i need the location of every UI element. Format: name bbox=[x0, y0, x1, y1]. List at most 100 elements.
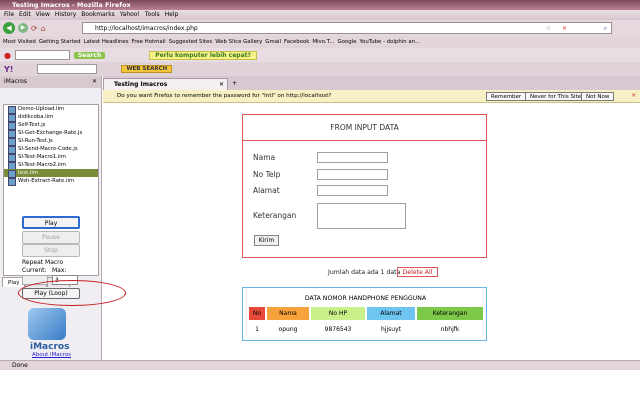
back-icon[interactable]: ◀ bbox=[3, 22, 15, 34]
input-notelp[interactable] bbox=[317, 169, 388, 180]
yahoo-toolbar: Y! WEB SEARCH bbox=[0, 62, 640, 76]
table-cell: hjjsuyt bbox=[381, 326, 401, 333]
stop-record-icon[interactable]: ● bbox=[4, 51, 11, 60]
bookmark-item[interactable]: Google bbox=[337, 36, 356, 48]
menu-file[interactable]: File bbox=[4, 10, 14, 20]
macro-file[interactable]: SI-Run-Test.js bbox=[4, 137, 98, 146]
macro-file[interactable]: Self-Test.js bbox=[4, 121, 98, 130]
window-title: Testing Imacros - Mozilla Firefox bbox=[0, 0, 640, 10]
toolbar-search-field[interactable] bbox=[14, 50, 70, 60]
menu-help[interactable]: Help bbox=[165, 10, 179, 20]
search-icon[interactable]: ⌕ bbox=[604, 23, 607, 34]
search-toolbar: ● Search Perlu komputer lebih cepat? bbox=[0, 48, 640, 62]
bookmark-item[interactable]: Getting Started bbox=[39, 36, 81, 48]
forward-icon[interactable]: ▶ bbox=[18, 23, 28, 33]
pause-button[interactable]: Pause bbox=[22, 231, 80, 244]
bookmark-item[interactable]: Most Visited bbox=[3, 36, 36, 48]
input-alamat[interactable] bbox=[317, 185, 388, 196]
submit-button[interactable]: Kirim bbox=[254, 235, 279, 246]
never-button[interactable]: Never for This Site bbox=[525, 92, 587, 101]
bookmark-item[interactable]: Web Slice Gallery bbox=[215, 36, 262, 48]
bookmark-item[interactable]: Free Hotmail bbox=[132, 36, 166, 48]
promo-button[interactable]: Perlu komputer lebih cepat? bbox=[149, 50, 257, 60]
yahoo-icon[interactable]: Y! bbox=[4, 65, 13, 74]
close-icon[interactable]: ✕ bbox=[92, 76, 97, 88]
menu-view[interactable]: View bbox=[36, 10, 50, 20]
bookmark-item[interactable]: Facebook bbox=[284, 36, 309, 48]
bookmark-item[interactable]: Latest Headlines bbox=[84, 36, 129, 48]
label-nama: Nama bbox=[253, 153, 276, 162]
column-header-no: No bbox=[249, 307, 265, 320]
bookmarks-toolbar: Most Visited Getting Started Latest Head… bbox=[0, 36, 640, 48]
table-title: DATA NOMOR HANDPHONE PENGGUNA bbox=[304, 295, 427, 302]
notification-text: Do you want Firefox to remember the pass… bbox=[117, 93, 332, 99]
input-nama[interactable] bbox=[317, 152, 388, 163]
table-cell: nbhjfk bbox=[440, 326, 460, 333]
tab-close-icon[interactable]: ✕ bbox=[219, 79, 224, 90]
current-label: Current: bbox=[22, 267, 47, 274]
bookmark-item[interactable]: Mivo.T... bbox=[312, 36, 334, 48]
macro-file[interactable]: SI-Send-Macro-Code.js bbox=[4, 145, 98, 154]
macro-file[interactable]: SI-Test-Macro1.iim bbox=[4, 153, 98, 162]
about-link[interactable]: About iMacros bbox=[32, 352, 71, 358]
menu-bar: File Edit View History Bookmarks Yahoo! … bbox=[0, 10, 640, 20]
form-title: FROM INPUT DATA bbox=[243, 115, 486, 141]
play-button[interactable]: Play bbox=[22, 216, 80, 229]
bookmark-item[interactable]: Gmail bbox=[265, 36, 281, 48]
macro-file[interactable]: Wsh-Extract-Rate.iim bbox=[4, 177, 98, 186]
table-cell: opung bbox=[278, 326, 298, 333]
menu-bookmarks[interactable]: Bookmarks bbox=[81, 10, 115, 20]
star-icon[interactable]: ☆ bbox=[546, 23, 551, 34]
close-icon[interactable]: ✕ bbox=[631, 90, 636, 103]
label-notelp: No Telp bbox=[253, 170, 281, 179]
macro-file[interactable]: SI-Test-Macro2.iim bbox=[4, 161, 98, 170]
column-header-alamat: Alamat bbox=[367, 307, 415, 320]
status-bar: Done bbox=[0, 360, 640, 370]
tab-title: Testing Imacros bbox=[114, 81, 168, 88]
input-form: FROM INPUT DATA Nama No Telp Alamat Kete… bbox=[242, 114, 487, 258]
stop-button[interactable]: Stop bbox=[22, 244, 80, 257]
navigation-bar: ◀ ▶ ⟳ ⌂ http://localhost/imacros/index.p… bbox=[0, 20, 640, 36]
url-text: http://localhost/imacros/index.php bbox=[95, 25, 198, 32]
data-count: Jumlah data ada 1 data bbox=[328, 269, 401, 276]
macro-file[interactable]: Demo-Upload.iim bbox=[4, 105, 98, 114]
data-table: DATA NOMOR HANDPHONE PENGGUNA No Nama No… bbox=[242, 287, 487, 341]
tab-strip: Testing Imacros ✕ + bbox=[103, 76, 640, 90]
macro-file-selected[interactable]: test.iim bbox=[4, 169, 98, 178]
stop-icon[interactable]: ✕ bbox=[562, 23, 567, 34]
status-text: Done bbox=[12, 362, 28, 369]
label-alamat: Alamat bbox=[253, 186, 280, 195]
home-icon[interactable]: ⌂ bbox=[41, 24, 46, 33]
column-header-nama: Nama bbox=[267, 307, 309, 320]
menu-tools[interactable]: Tools bbox=[145, 10, 160, 20]
search-button[interactable]: Search bbox=[73, 51, 106, 59]
brand-text: iMacros bbox=[30, 342, 70, 352]
password-notification: Do you want Firefox to remember the pass… bbox=[103, 90, 640, 103]
menu-edit[interactable]: Edit bbox=[19, 10, 31, 20]
macro-file[interactable]: didikcoba.iim bbox=[4, 113, 98, 122]
table-cell: 9876543 bbox=[324, 326, 352, 333]
url-bar[interactable]: http://localhost/imacros/index.php ☆ ✕ ⌕ bbox=[82, 22, 612, 34]
input-keterangan[interactable] bbox=[317, 203, 406, 229]
web-search-button[interactable]: WEB SEARCH bbox=[121, 65, 173, 73]
column-header-keterangan: Keterangan bbox=[417, 307, 483, 320]
imacros-sidebar: iMacros ✕ Demo-Upload.iim didikcoba.iim … bbox=[0, 76, 102, 360]
bookmark-item[interactable]: Suggested Sites bbox=[169, 36, 213, 48]
remember-button[interactable]: Remember bbox=[486, 92, 527, 101]
menu-yahoo[interactable]: Yahoo! bbox=[120, 10, 140, 20]
delete-all-button[interactable]: Delete All bbox=[397, 267, 438, 277]
macro-file[interactable]: SI-Get-Exchange-Rate.js bbox=[4, 129, 98, 138]
reload-icon[interactable]: ⟳ bbox=[31, 24, 38, 33]
yahoo-search-field[interactable] bbox=[37, 64, 98, 74]
column-header-nohp: No HP bbox=[311, 307, 365, 320]
bookmark-item[interactable]: YouTube - dolphin an... bbox=[359, 36, 420, 48]
new-tab-icon[interactable]: + bbox=[232, 78, 237, 90]
not-now-button[interactable]: Not Now bbox=[581, 92, 615, 101]
menu-history[interactable]: History bbox=[55, 10, 76, 20]
sidebar-title: iMacros bbox=[4, 78, 27, 85]
repeat-label: Repeat Macro bbox=[22, 259, 64, 266]
max-label: Max: bbox=[52, 267, 67, 274]
highlight-ellipse bbox=[18, 280, 126, 306]
label-keterangan: Keterangan bbox=[253, 211, 297, 220]
tab-testing-imacros[interactable]: Testing Imacros ✕ bbox=[103, 78, 228, 90]
